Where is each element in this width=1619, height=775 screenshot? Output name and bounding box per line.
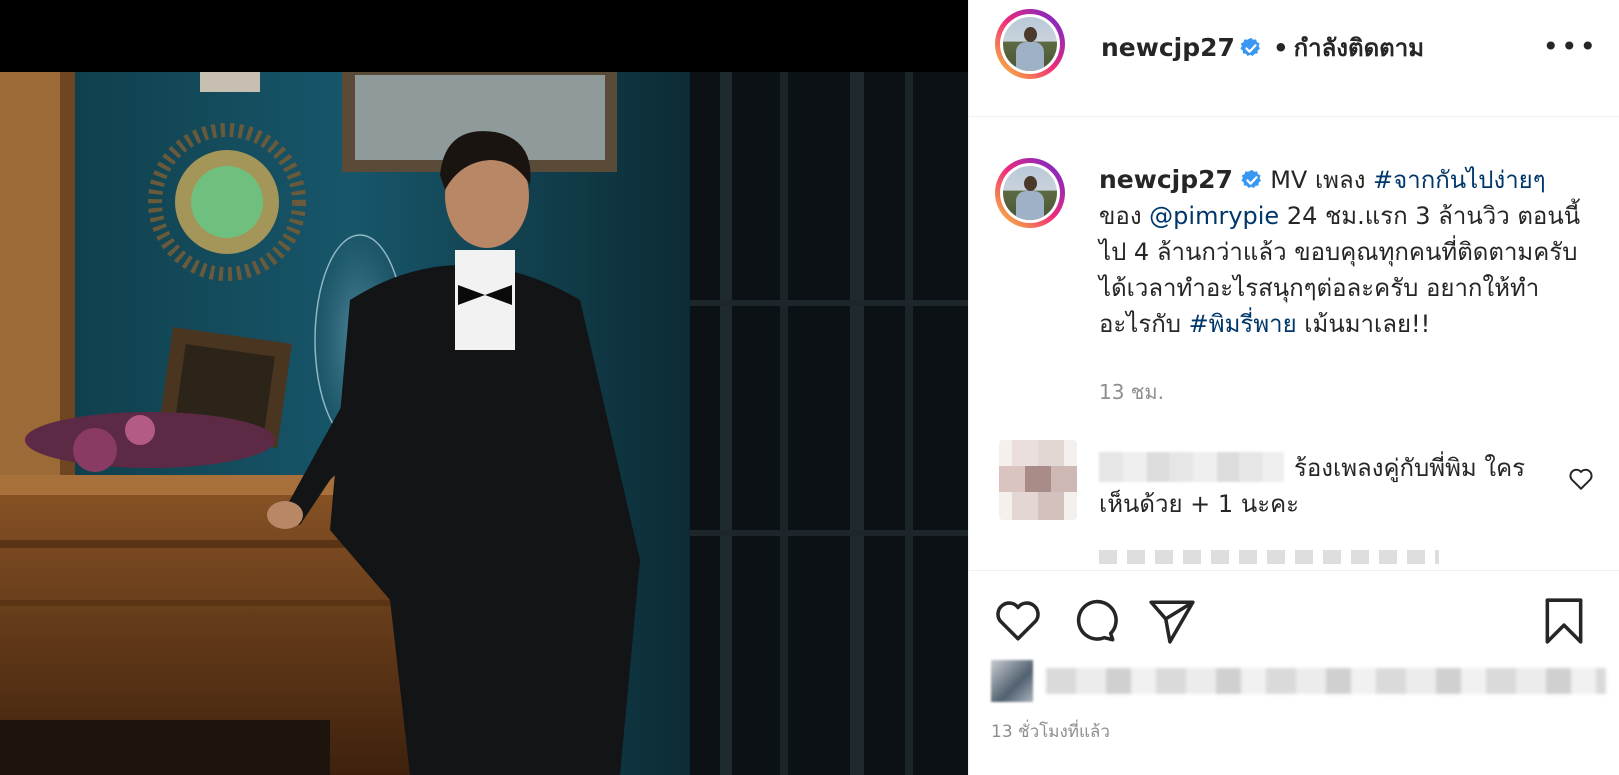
verified-badge-icon: [1240, 37, 1261, 57]
author-username[interactable]: newcjp27: [1101, 33, 1235, 62]
caption-hashtag-2[interactable]: #พิมรี่พาย: [1189, 310, 1297, 338]
liker-avatar: [991, 660, 1033, 702]
comment-meta-row: [1099, 550, 1439, 564]
author-avatar[interactable]: [995, 9, 1065, 79]
header-author-row: newcjp27 • กำลังติดตาม: [1101, 28, 1424, 67]
commenter-avatar[interactable]: [999, 440, 1077, 520]
caption-text-4: เม้นมาเลย!!: [1296, 310, 1431, 338]
post-photo[interactable]: [0, 0, 968, 775]
post-header: newcjp27 • กำลังติดตาม •••: [969, 0, 1619, 117]
post-caption: newcjp27 MV เพลง #จากกันไปง่ายๆ ของ @pim…: [1099, 162, 1589, 342]
caption-author-avatar[interactable]: [995, 158, 1065, 228]
caption-text-2: ของ: [1099, 202, 1150, 230]
post-timestamp[interactable]: 13 ชั่วโมงที่แล้ว: [991, 718, 1110, 745]
comment-bubble-icon[interactable]: [1069, 596, 1119, 646]
like-heart-icon[interactable]: [993, 596, 1043, 646]
more-options-icon[interactable]: •••: [1542, 30, 1598, 63]
likes-text-blurred: [1046, 668, 1606, 694]
comment-item: ร้องเพลงคู่กับพี่พิม ใครเห็นด้วย + 1 นะค…: [1099, 450, 1529, 522]
commenter-username[interactable]: [1099, 452, 1284, 482]
post-photo-illustration: [0, 0, 968, 775]
action-bar: [969, 570, 1619, 644]
save-bookmark-icon[interactable]: [1539, 596, 1589, 646]
post-details-panel: newcjp27 • กำลังติดตาม ••• newcjp27 MV เ…: [968, 0, 1619, 775]
comment-like-icon[interactable]: [1568, 466, 1594, 492]
likes-summary[interactable]: [991, 660, 1606, 704]
caption-username[interactable]: newcjp27: [1099, 165, 1233, 194]
caption-text-1: MV เพลง: [1262, 166, 1374, 194]
caption-mention[interactable]: @pimrypie: [1149, 202, 1279, 230]
caption-time[interactable]: 13 ชม.: [1099, 376, 1164, 408]
verified-badge-icon: [1241, 169, 1261, 189]
follow-status-button[interactable]: กำลังติดตาม: [1294, 34, 1425, 62]
share-paper-plane-icon[interactable]: [1147, 596, 1197, 646]
header-separator: •: [1273, 34, 1289, 62]
caption-hashtag-1[interactable]: #จากกันไปง่ายๆ: [1373, 166, 1546, 194]
